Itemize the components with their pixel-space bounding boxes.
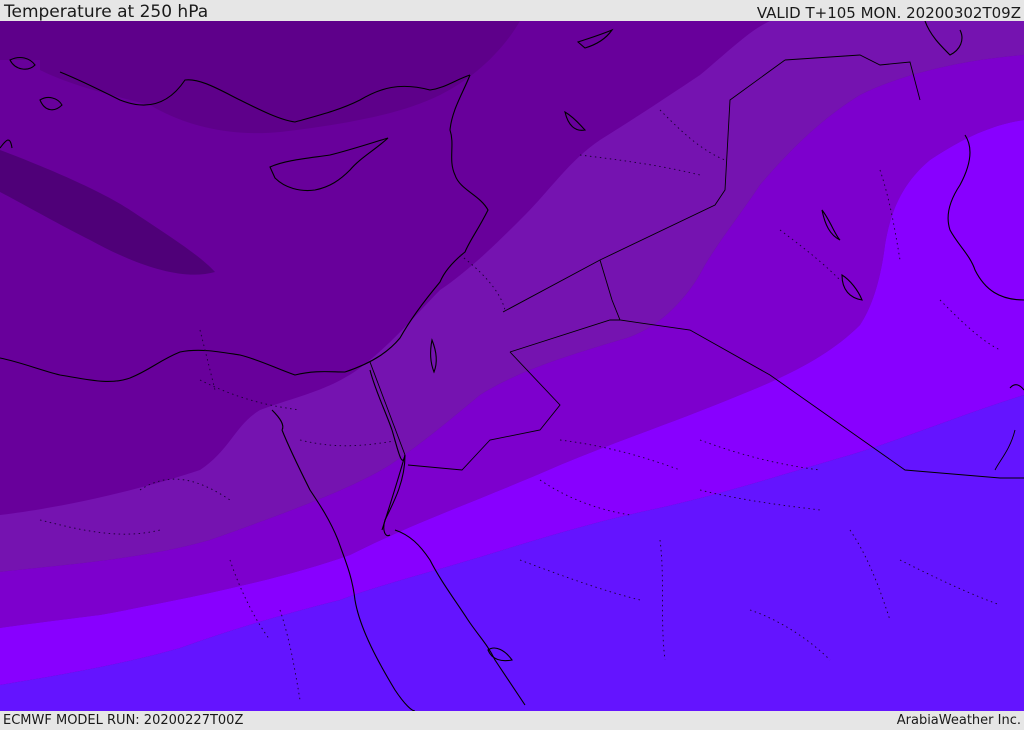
map-header: Temperature at 250 hPa VALID T+105 MON. … xyxy=(0,0,1024,21)
temp-band-2b xyxy=(0,21,40,60)
temperature-map xyxy=(0,21,1024,711)
credit: ArabiaWeather Inc. xyxy=(896,713,1021,728)
map-title: Temperature at 250 hPa xyxy=(4,2,209,22)
map-area xyxy=(0,21,1024,711)
map-footer: ECMWF MODEL RUN: 20200227T00Z ArabiaWeat… xyxy=(0,711,1024,729)
valid-time: VALID T+105 MON. 20200302T09Z xyxy=(756,4,1021,22)
model-run: ECMWF MODEL RUN: 20200227T00Z xyxy=(3,713,244,728)
